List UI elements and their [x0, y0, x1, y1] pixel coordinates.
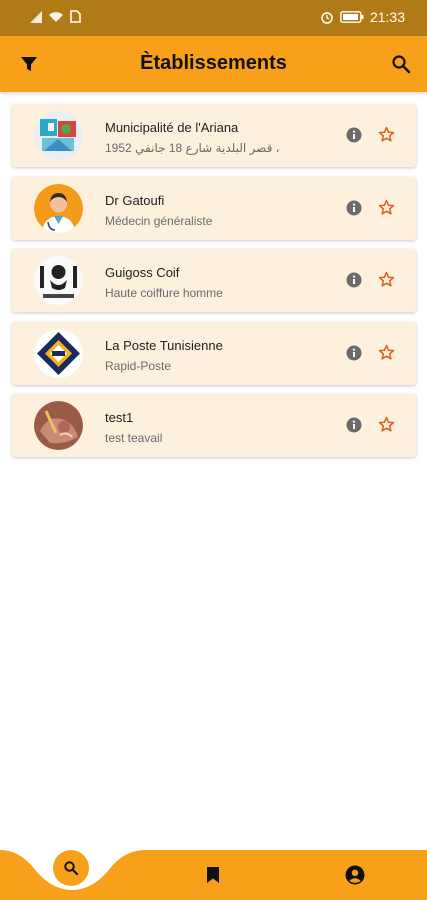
star-outline-icon — [378, 416, 395, 432]
list-item[interactable]: Guigoss Coif Haute coiffure homme — [12, 249, 416, 312]
wifi-icon — [49, 11, 63, 22]
info-icon — [346, 417, 362, 433]
star-outline-icon — [378, 344, 395, 360]
status-bar: 21:33 — [0, 0, 427, 36]
test-image — [34, 401, 83, 450]
battery-icon — [340, 11, 364, 23]
barber-logo — [34, 256, 83, 305]
status-time: 21:33 — [369, 9, 405, 25]
status-left-icons — [30, 10, 81, 23]
establishment-subtitle: قصر البلدية شارع 18 جانفي 1952 ، — [105, 141, 280, 155]
page-title: Ètablissements — [140, 52, 287, 74]
establishment-list: Municipalité de l'Ariana قصر البلدية شار… — [12, 104, 416, 467]
establishment-name: Guigoss Coif — [105, 265, 180, 280]
info-icon — [346, 200, 362, 215]
info-button[interactable] — [346, 345, 362, 361]
establishment-subtitle: Médecin généraliste — [105, 213, 213, 228]
bottom-nav — [0, 850, 427, 900]
info-button[interactable] — [346, 417, 362, 433]
signal-icon — [30, 10, 42, 23]
search-icon — [392, 55, 411, 74]
info-icon — [346, 272, 362, 288]
info-button[interactable] — [346, 200, 362, 216]
info-button[interactable] — [346, 272, 362, 288]
establishment-name: La Poste Tunisienne — [105, 337, 223, 353]
ariana-logo — [34, 111, 83, 160]
info-icon — [346, 345, 362, 360]
info-button[interactable] — [346, 127, 362, 143]
list-item[interactable]: Dr Gatoufi Médecin généraliste — [12, 176, 416, 240]
star-outline-icon — [378, 199, 395, 215]
establishment-subtitle: Haute coiffure homme — [105, 286, 223, 300]
app-bar: Ètablissements — [0, 36, 427, 92]
favorite-button[interactable] — [378, 271, 395, 288]
account-icon — [345, 865, 365, 885]
poste-logo — [34, 328, 83, 378]
nav-bookmark-button[interactable] — [202, 864, 224, 886]
status-right: 21:33 — [320, 9, 405, 25]
establishment-name: Municipalité de l'Ariana — [105, 120, 239, 135]
favorite-button[interactable] — [378, 344, 395, 361]
alarm-icon — [321, 12, 333, 24]
establishment-name: Dr Gatoufi — [105, 192, 165, 208]
favorite-button[interactable] — [378, 126, 395, 143]
list-item[interactable]: La Poste Tunisienne Rapid-Poste — [12, 321, 416, 385]
nav-search-button[interactable] — [53, 850, 89, 886]
establishment-name: test1 — [105, 410, 134, 425]
info-icon — [346, 127, 362, 143]
sim-icon — [70, 10, 81, 23]
establishment-subtitle: Rapid-Poste — [105, 358, 172, 373]
nav-account-button[interactable] — [344, 864, 366, 886]
favorite-button[interactable] — [378, 416, 395, 433]
list-item[interactable]: test1 test teavail — [12, 394, 416, 457]
bookmark-icon — [207, 867, 219, 883]
star-outline-icon — [378, 126, 395, 142]
establishment-subtitle: test teavail — [105, 431, 163, 445]
list-item[interactable]: Municipalité de l'Ariana قصر البلدية شار… — [12, 104, 416, 167]
search-icon — [64, 861, 79, 876]
star-outline-icon — [378, 271, 395, 287]
favorite-button[interactable] — [378, 199, 395, 216]
search-button[interactable] — [389, 52, 413, 76]
doctor-avatar — [34, 183, 83, 233]
